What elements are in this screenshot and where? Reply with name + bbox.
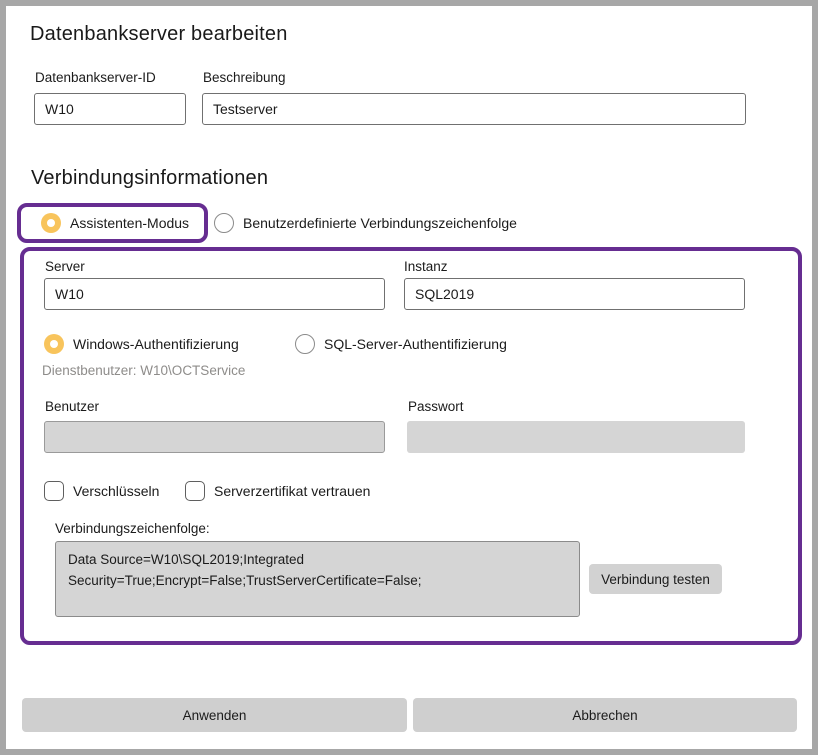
wizard-mode-radio[interactable]: [41, 213, 61, 233]
wizard-panel: Server Instanz Windows-Authentifizierung…: [20, 247, 802, 645]
description-input[interactable]: [202, 93, 746, 125]
server-label: Server: [45, 259, 85, 274]
db-id-label: Datenbankserver-ID: [35, 70, 156, 85]
trust-certificate-checkbox[interactable]: [185, 481, 205, 501]
page-title: Datenbankserver bearbeiten: [30, 23, 288, 46]
sql-auth-label: SQL-Server-Authentifizierung: [324, 336, 507, 352]
description-label: Beschreibung: [203, 70, 286, 85]
sql-auth-radio[interactable]: [295, 334, 315, 354]
apply-button[interactable]: Anwenden: [22, 698, 407, 732]
trust-certificate-checkbox-label: Serverzertifikat vertrauen: [214, 483, 370, 499]
sql-auth-option[interactable]: SQL-Server-Authentifizierung: [295, 333, 507, 355]
windows-auth-option[interactable]: Windows-Authentifizierung: [44, 333, 239, 355]
user-input: [44, 421, 385, 453]
password-input: [407, 421, 745, 453]
user-label: Benutzer: [45, 399, 99, 414]
wizard-mode-highlight[interactable]: Assistenten-Modus: [17, 203, 208, 243]
server-input[interactable]: [44, 278, 385, 310]
encrypt-checkbox[interactable]: [44, 481, 64, 501]
custom-connection-string-label: Benutzerdefinierte Verbindungszeichenfol…: [243, 215, 517, 231]
instance-label: Instanz: [404, 259, 448, 274]
section-title-connection-info: Verbindungsinformationen: [31, 167, 268, 190]
custom-connection-string-radio[interactable]: [214, 213, 234, 233]
test-connection-button[interactable]: Verbindung testen: [589, 564, 722, 594]
trust-certificate-checkbox-row[interactable]: Serverzertifikat vertrauen: [185, 480, 370, 502]
windows-auth-radio[interactable]: [44, 334, 64, 354]
service-user-note: Dienstbenutzer: W10\OCTService: [42, 363, 245, 378]
encrypt-checkbox-row[interactable]: Verschlüsseln: [44, 480, 159, 502]
password-label: Passwort: [408, 399, 464, 414]
connection-string-label: Verbindungszeichenfolge:: [55, 521, 210, 536]
instance-input[interactable]: [404, 278, 745, 310]
edit-database-server-dialog: Datenbankserver bearbeiten Datenbankserv…: [0, 0, 818, 755]
encrypt-checkbox-label: Verschlüsseln: [73, 483, 159, 499]
cancel-button[interactable]: Abbrechen: [413, 698, 797, 732]
wizard-mode-label: Assistenten-Modus: [70, 215, 189, 231]
windows-auth-label: Windows-Authentifizierung: [73, 336, 239, 352]
connection-string-box: Data Source=W10\SQL2019;Integrated Secur…: [55, 541, 580, 617]
custom-connection-string-option[interactable]: Benutzerdefinierte Verbindungszeichenfol…: [214, 203, 517, 243]
db-id-input[interactable]: [34, 93, 186, 125]
